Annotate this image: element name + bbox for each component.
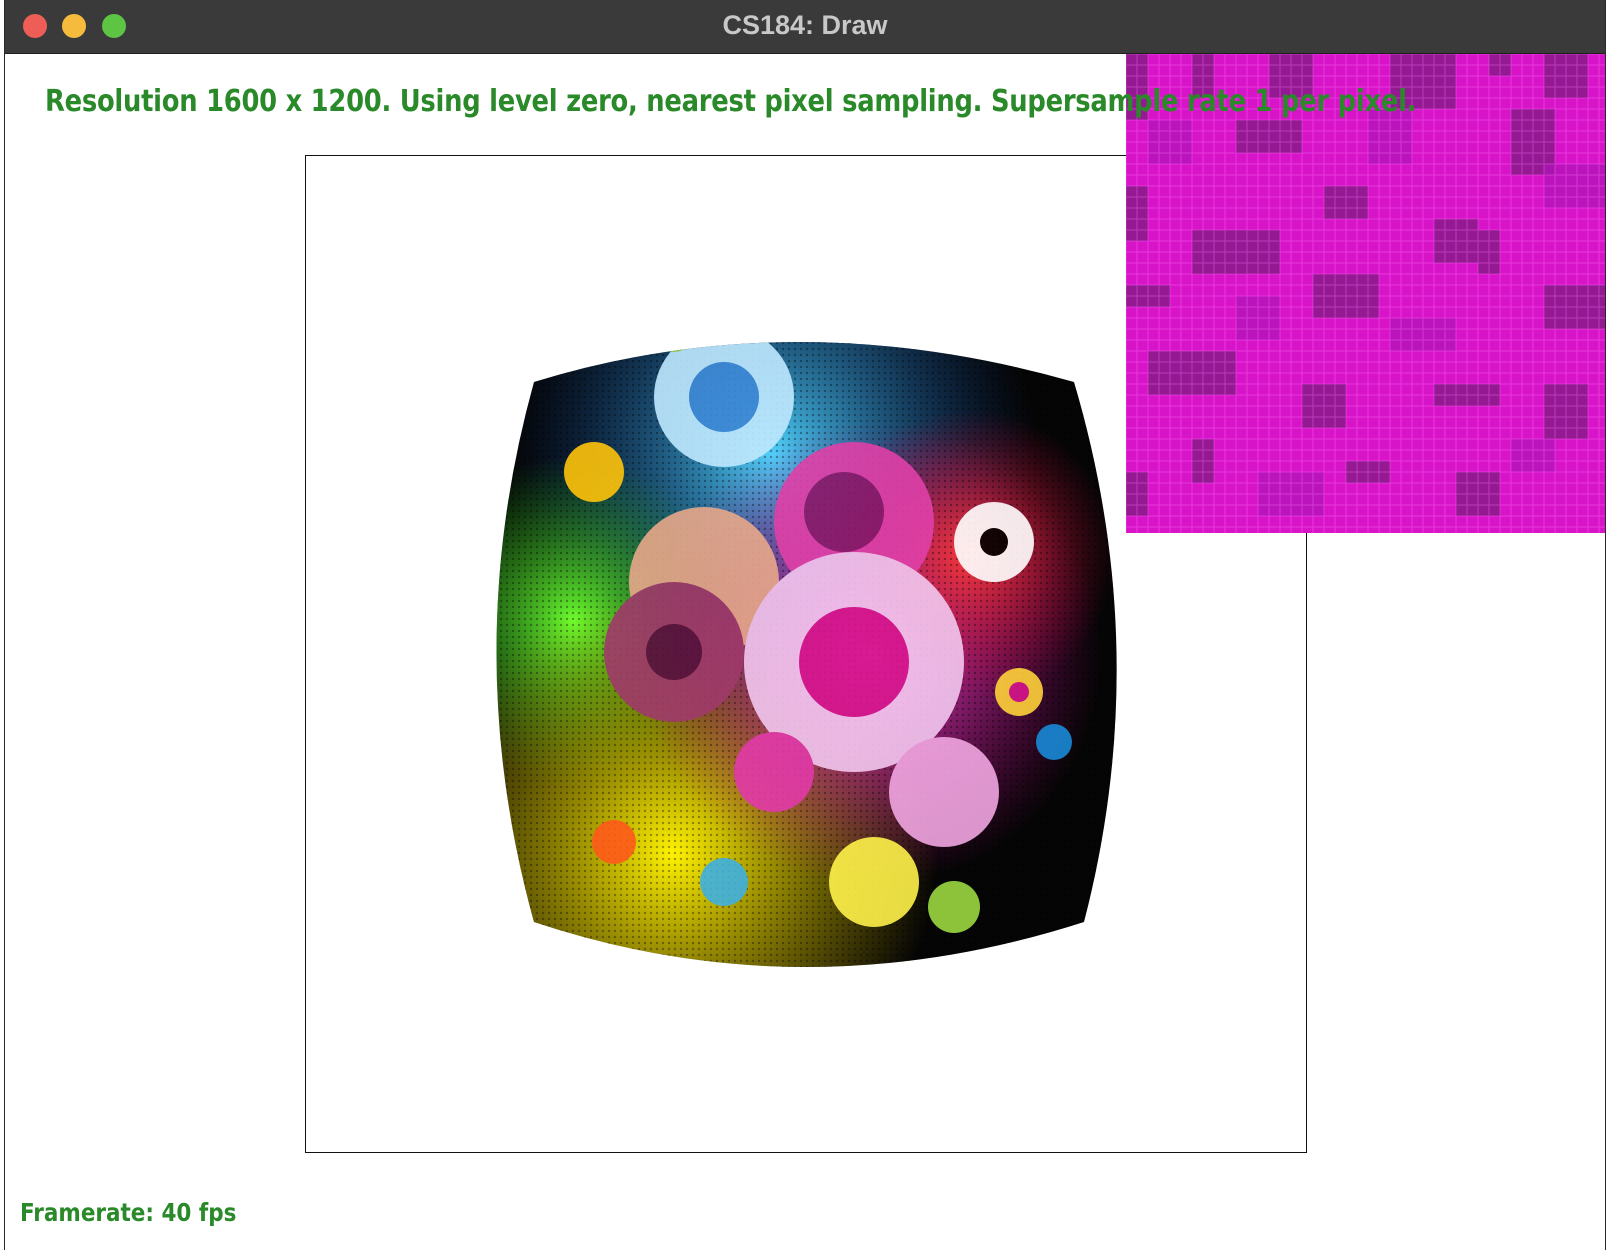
draw-viewport[interactable]: Resolution 1600 x 1200. Using level zero… <box>5 54 1605 1250</box>
resolution-status-text: Resolution 1600 x 1200. Using level zero… <box>45 84 1417 119</box>
window-title: CS184: Draw <box>722 10 888 40</box>
framerate-text: Framerate: 40 fps <box>20 1198 237 1227</box>
app-window: CS184: Draw Resolution 1600 x 1200. Usin… <box>4 0 1606 1250</box>
title-bar[interactable]: CS184: Draw <box>5 0 1605 54</box>
zoom-magnifier-panel <box>1126 54 1605 533</box>
textured-sphere-image <box>496 342 1117 967</box>
